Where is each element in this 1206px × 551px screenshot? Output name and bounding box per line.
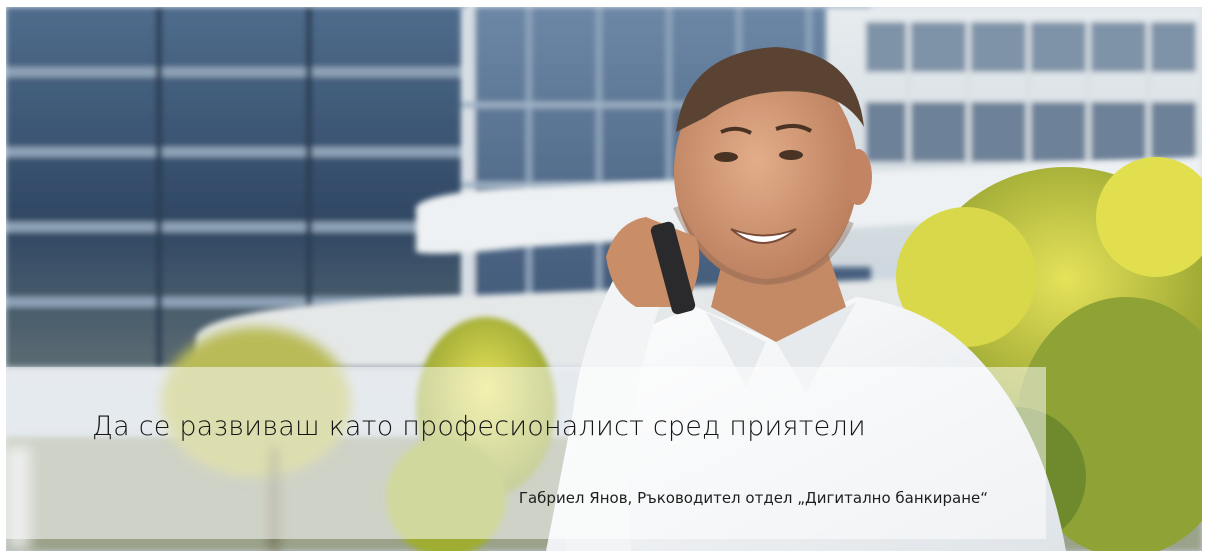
hero-attribution: Габриел Янов, Ръководител отдел „Дигитал… — [518, 489, 988, 507]
hero-quote: Да се развиваш като професионалист сред … — [92, 411, 866, 442]
caption-panel: Да се развиваш като професионалист сред … — [6, 367, 1046, 539]
hero-banner: Да се развиваш като професионалист сред … — [6, 7, 1202, 551]
